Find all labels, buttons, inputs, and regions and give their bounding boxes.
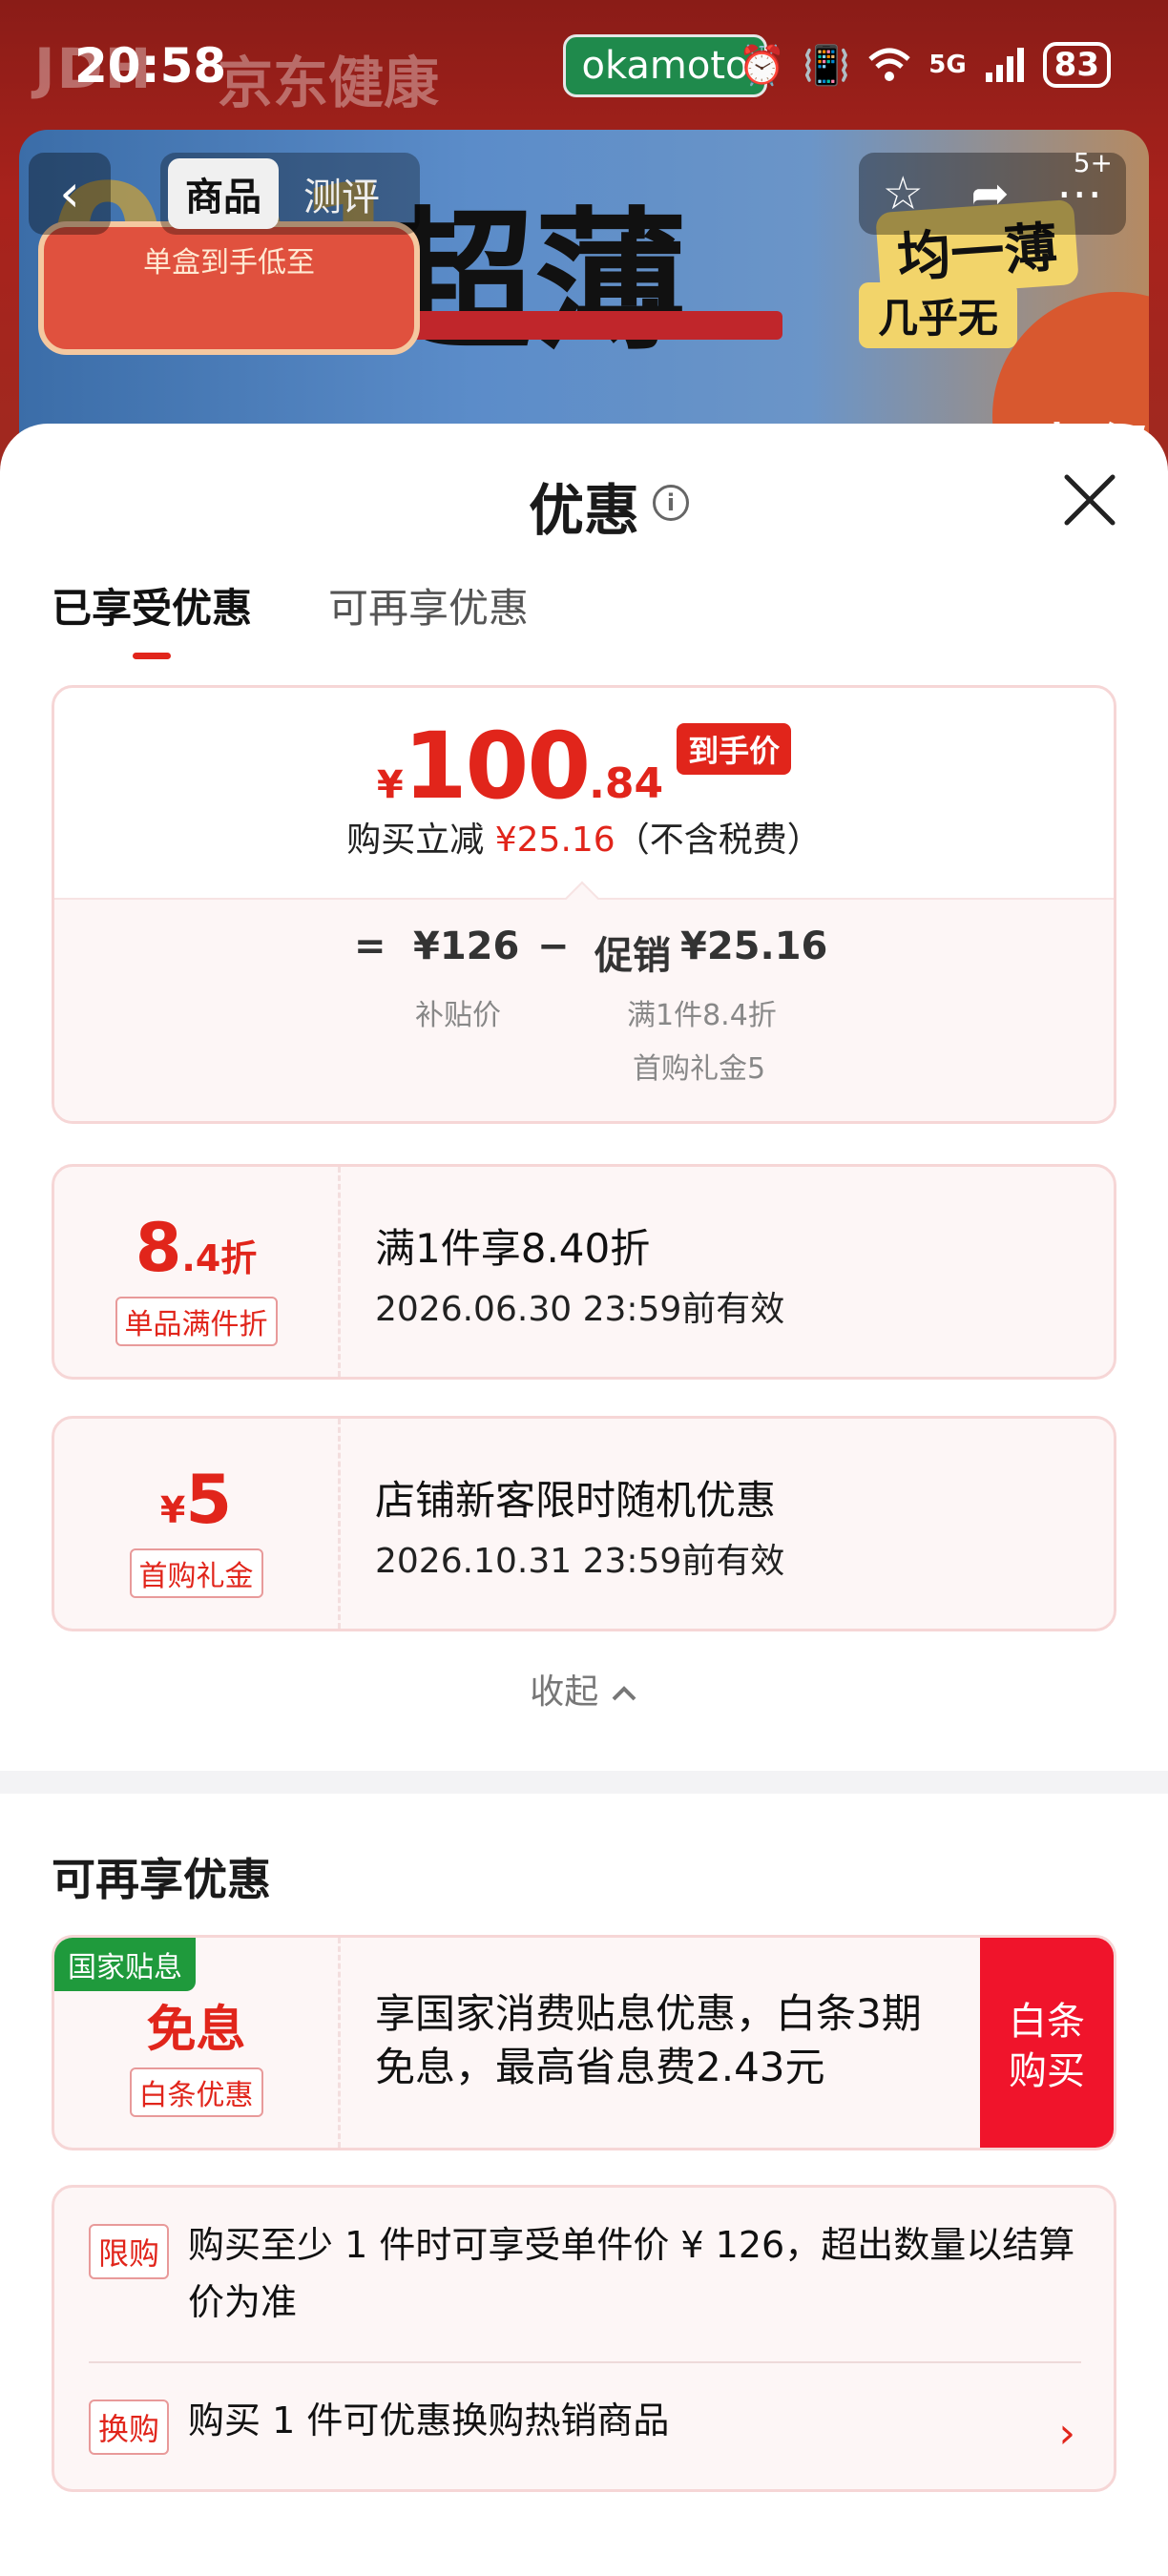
coupon-validity: 2026.06.30 23:59前有效 <box>375 1290 785 1329</box>
status-bar: JDH 京东健康 20:58 okamoto ⏰ 📳 5G 83 <box>0 0 1168 134</box>
discount-tabs: 已享受优惠 可再享优惠 <box>52 576 529 659</box>
product-nav-bar: ‹ 商品 测评 ☆ ➦ ⋯ 5+ <box>0 147 1168 239</box>
tab-more-available[interactable]: 可再享优惠 <box>328 576 529 634</box>
exchange-tag: 换购 <box>89 2399 170 2455</box>
collapse-label: 收起 <box>530 1672 599 1712</box>
back-button[interactable]: ‹ <box>29 153 111 235</box>
tab-review[interactable]: 测评 <box>286 158 397 229</box>
promo-detail-1: 满1件8.4折 <box>627 999 777 1032</box>
coupon-value: ¥5 <box>54 1461 338 1539</box>
reduction-line: 购买立减 ¥25.16（不含税费） <box>54 812 1114 862</box>
nav-actions: ☆ ➦ ⋯ 5+ <box>859 147 1126 235</box>
button-line-1: 白条 <box>1009 2000 1085 2044</box>
jd-health-logo: 京东健康 <box>218 51 440 115</box>
product-tabs: 商品 测评 <box>160 153 420 235</box>
subsidy-value-area: 免息 白条优惠 <box>54 1938 341 2148</box>
interest-free-card: 国家贴息 免息 白条优惠 享国家消费贴息优惠，白条3期免息，最高省息费2.43元… <box>52 1935 1116 2150</box>
limit-tag: 限购 <box>89 2224 170 2279</box>
tab-enjoyed[interactable]: 已享受优惠 <box>52 576 252 659</box>
currency-symbol: ¥ <box>376 763 404 807</box>
rule-separator <box>89 2361 1081 2363</box>
wifi-icon <box>868 48 910 81</box>
share-icon[interactable]: ➦ <box>970 167 1009 220</box>
more-discounts-title: 可再享优惠 <box>52 1854 271 1905</box>
base-price: ¥126 <box>413 924 520 968</box>
equals-sign: = <box>354 924 386 968</box>
minus-sign: − <box>537 924 570 968</box>
info-icon[interactable]: i <box>653 485 689 521</box>
sheet-title: 优惠 <box>528 478 639 543</box>
chevron-up-icon <box>612 1686 636 1701</box>
status-time: 20:58 <box>74 38 227 93</box>
tab-product[interactable]: 商品 <box>168 158 279 229</box>
coupon-value-sub: .4折 <box>181 1237 258 1279</box>
battery-icon: 83 <box>1042 42 1111 88</box>
banner-underline <box>382 311 782 340</box>
coupon-title: 满1件享8.40折 <box>375 1225 651 1272</box>
reduction-label: 购买立减 <box>346 821 485 860</box>
final-price-tag: 到手价 <box>677 723 792 775</box>
coupon-type-tag: 首购礼金 <box>129 1548 263 1598</box>
coupon-type-tag: 单品满件折 <box>115 1297 278 1346</box>
coupon-value-area: ¥5 首购礼金 <box>54 1419 341 1629</box>
limit-rule-text: 购买至少 1 件时可享受单件价 ¥ 126，超出数量以结算价为准 <box>188 2224 1075 2323</box>
coupon-discount[interactable]: 8.4折 单品满件折 满1件享8.40折 2026.06.30 23:59前有效 <box>52 1164 1116 1380</box>
subsidy-tag: 白条优惠 <box>129 2067 263 2117</box>
vibrate-icon: 📳 <box>803 43 851 88</box>
price-summary-card: ¥100.84到手价 购买立减 ¥25.16（不含税费） = ¥126 − 促销… <box>52 685 1116 1124</box>
banner-slogan-2: 几乎无 <box>859 282 1018 348</box>
collapse-button[interactable]: 收起 <box>0 1664 1168 1714</box>
baitiao-buy-button[interactable]: 白条 购买 <box>980 1938 1114 2148</box>
star-icon[interactable]: ☆ <box>883 167 924 220</box>
status-icons: ⏰ 📳 5G 83 <box>739 42 1111 88</box>
reduction-amount: ¥25.16 <box>494 821 615 860</box>
exchange-rule-text[interactable]: 购买 1 件可优惠换购热销商品 <box>188 2392 1085 2449</box>
promo-amount: ¥25.16 <box>680 924 828 968</box>
price-breakdown: = ¥126 − 促销 ¥25.16 补贴价 满1件8.4折 首购礼金5 <box>54 881 1114 1121</box>
coupon-value-main: 5 <box>185 1461 233 1539</box>
message-count-badge: 5+ <box>1073 147 1113 178</box>
tax-note: （不含税费） <box>615 821 822 860</box>
coupon-value-area: 8.4折 单品满件折 <box>54 1167 341 1377</box>
price-decimal: .84 <box>589 759 664 808</box>
purchase-rules-card: 限购 购买至少 1 件时可享受单件价 ¥ 126，超出数量以结算价为准 换购 购… <box>52 2185 1116 2492</box>
coupon-first-purchase[interactable]: ¥5 首购礼金 店铺新客限时随机优惠 2026.10.31 23:59前有效 <box>52 1416 1116 1631</box>
coupon-value-main: 8 <box>135 1209 182 1287</box>
final-price: ¥100.84 到手价 <box>54 713 1114 820</box>
discount-sheet: 优惠 i 已享受优惠 可再享优惠 ¥100.84到手价 购买立减 ¥25.16（… <box>0 424 1168 2576</box>
subsidy-description: 享国家消费贴息优惠，白条3期免息，最高省息费2.43元 <box>375 1990 922 2090</box>
subsidy-value: 免息 <box>146 2002 246 2059</box>
price-integer: 100 <box>403 713 591 820</box>
signal-icon <box>985 48 1024 82</box>
promo-label: 促销 <box>594 934 671 978</box>
coupon-validity: 2026.10.31 23:59前有效 <box>375 1542 785 1581</box>
coupon-value: 8.4折 <box>54 1209 338 1287</box>
coupon-value-prefix: ¥ <box>159 1489 186 1531</box>
chevron-right-icon[interactable]: › <box>1058 2409 1075 2458</box>
button-line-2: 购买 <box>1009 2049 1085 2093</box>
price-pill-text: 单盒到手低至 <box>143 246 315 280</box>
okamoto-logo: okamoto <box>563 34 767 97</box>
close-icon[interactable] <box>1061 471 1118 529</box>
coupon-title: 店铺新客限时随机优惠 <box>375 1477 777 1524</box>
base-price-label: 补贴价 <box>415 999 501 1032</box>
signal-label: 5G <box>928 51 967 79</box>
promo-detail-2: 首购礼金5 <box>633 1052 766 1086</box>
alarm-icon: ⏰ <box>738 43 786 88</box>
section-divider <box>0 1771 1168 1794</box>
